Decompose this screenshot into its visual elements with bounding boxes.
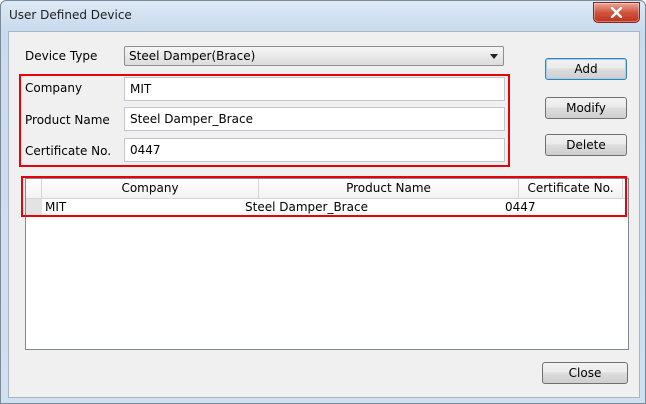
close-button[interactable]: Close <box>542 362 628 384</box>
delete-button[interactable]: Delete <box>545 134 627 156</box>
title-bar[interactable]: User Defined Device <box>1 1 645 31</box>
dialog-client-area: Device Type Steel Damper(Brace) Company … <box>8 31 640 398</box>
product-name-input[interactable]: Steel Damper_Brace <box>124 107 505 131</box>
dialog-window: User Defined Device Device Type Steel Da… <box>0 0 646 404</box>
device-type-label: Device Type <box>25 49 98 63</box>
company-input[interactable]: MIT <box>124 77 505 101</box>
table-highlight-box <box>21 176 627 217</box>
add-button[interactable]: Add <box>545 58 627 80</box>
certificate-no-value: 0447 <box>130 143 161 157</box>
company-label: Company <box>25 81 83 95</box>
chevron-down-icon <box>490 54 498 59</box>
product-name-label: Product Name <box>25 113 110 127</box>
product-name-value: Steel Damper_Brace <box>130 112 253 126</box>
device-type-select[interactable]: Steel Damper(Brace) <box>124 46 504 66</box>
close-window-button[interactable] <box>593 2 640 23</box>
modify-button[interactable]: Modify <box>545 97 627 119</box>
window-title: User Defined Device <box>9 8 132 22</box>
company-value: MIT <box>130 82 152 96</box>
certificate-no-input[interactable]: 0447 <box>124 138 505 162</box>
certificate-no-label: Certificate No. <box>25 144 112 158</box>
device-type-value: Steel Damper(Brace) <box>129 49 256 63</box>
close-icon <box>610 7 623 18</box>
